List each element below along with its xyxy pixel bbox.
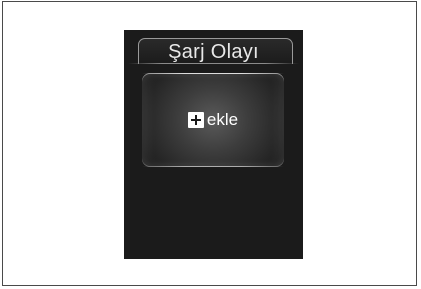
display-screen: Şarj Olayı ekle [124, 30, 303, 259]
add-event-button[interactable]: ekle [142, 73, 284, 167]
illustration-frame: Şarj Olayı ekle [2, 1, 417, 286]
add-button-content: ekle [142, 73, 284, 167]
plus-icon [187, 112, 204, 128]
add-button-label: ekle [206, 110, 239, 129]
screen-title: Şarj Olayı [168, 41, 259, 63]
title-divider [128, 63, 299, 64]
